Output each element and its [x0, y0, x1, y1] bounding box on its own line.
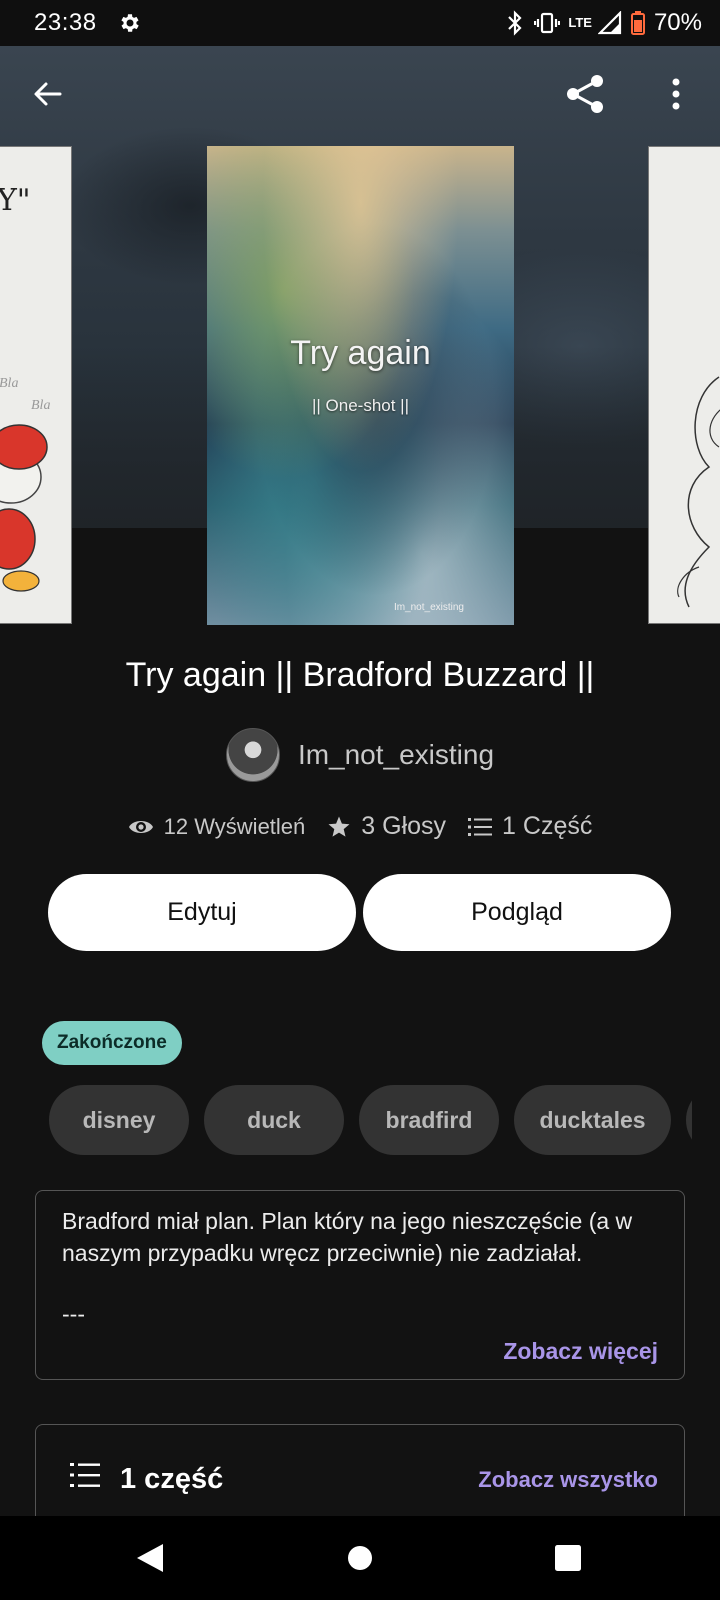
tag-chip-partial[interactable] [686, 1085, 692, 1155]
more-vertical-icon [672, 78, 680, 110]
stat-views: 12 Wyświetleń [128, 813, 306, 840]
nav-recents-button[interactable] [538, 1528, 598, 1588]
share-button[interactable] [558, 66, 614, 122]
status-bar: 23:38 LTE 70% [0, 0, 720, 46]
author-avatar[interactable] [225, 728, 280, 782]
back-arrow-icon [34, 82, 62, 106]
list-icon [468, 817, 493, 836]
preview-button[interactable]: Podgląd [363, 874, 671, 951]
lte-label: LTE [568, 15, 592, 30]
description-text: Bradford miał plan. Plan który na jego n… [62, 1208, 633, 1266]
svg-text:Bla: Bla [31, 398, 50, 413]
tag-chip[interactable]: ducktales [514, 1085, 671, 1155]
svg-text:Bla: Bla [0, 376, 18, 391]
gear-icon [120, 14, 139, 32]
bluetooth-icon [508, 10, 522, 36]
views-count: 12 Wyświetleń [163, 813, 306, 839]
vibrate-icon [534, 12, 561, 34]
eye-icon [128, 820, 153, 833]
battery-icon [630, 11, 645, 35]
edit-button[interactable]: Edytuj [48, 874, 356, 951]
story-title: Try again || Bradford Buzzard || [125, 656, 595, 694]
completed-badge: Zakończone [42, 1021, 182, 1065]
author-row[interactable]: Im_not_existing [0, 728, 720, 782]
share-icon [567, 75, 603, 113]
back-button[interactable] [20, 66, 76, 122]
tag-chip[interactable]: disney [49, 1085, 189, 1155]
tag-chip[interactable]: bradfird [359, 1085, 499, 1155]
tag-chip[interactable]: duck [204, 1085, 344, 1155]
cover-previous[interactable]: Y" Bla Bla [0, 146, 72, 624]
status-icons: LTE 70% [504, 9, 702, 37]
stat-votes: 3 Głosy [327, 812, 446, 841]
status-time: 23:38 [34, 9, 97, 36]
see-more-link[interactable]: Zobacz więcej [503, 1338, 658, 1365]
nav-back-button[interactable] [120, 1528, 180, 1588]
cartoon-duck-image: Bla Bla [0, 376, 50, 592]
list-icon [70, 1463, 100, 1487]
triangle-back-icon [137, 1544, 163, 1572]
signal-icon [597, 11, 622, 35]
sketch-drawing-image [677, 376, 720, 608]
battery-percent: 70% [653, 9, 702, 36]
parts-count: 1 Część [502, 812, 593, 840]
cover-current[interactable]: Try again || One-shot || Im_not_existing [207, 146, 514, 625]
more-options-button[interactable] [648, 66, 704, 122]
description-separator: --- [62, 1301, 85, 1327]
stat-parts: 1 Część [468, 812, 592, 841]
cover-subtitle: || One-shot || [311, 396, 410, 415]
system-nav-bar [0, 1516, 720, 1600]
parts-label: 1 część [120, 1463, 224, 1495]
see-all-link[interactable]: Zobacz wszystko [478, 1467, 658, 1493]
cover-next[interactable] [648, 146, 720, 624]
square-recents-icon [555, 1545, 581, 1571]
nav-home-button[interactable] [330, 1528, 390, 1588]
author-name[interactable]: Im_not_existing [298, 739, 494, 771]
cover-author: Im_not_existing [393, 602, 464, 613]
description-box[interactable]: Bradford miał plan. Plan który na jego n… [35, 1190, 685, 1380]
tags-row[interactable]: disney duck bradfird ducktales [49, 1085, 692, 1155]
cover-title: Try again [290, 334, 431, 372]
stats-row: 12 Wyświetleń 3 Głosy 1 Część [0, 812, 720, 841]
star-icon [328, 816, 350, 837]
circle-home-icon [348, 1546, 372, 1570]
votes-count: 3 Głosy [361, 812, 447, 840]
